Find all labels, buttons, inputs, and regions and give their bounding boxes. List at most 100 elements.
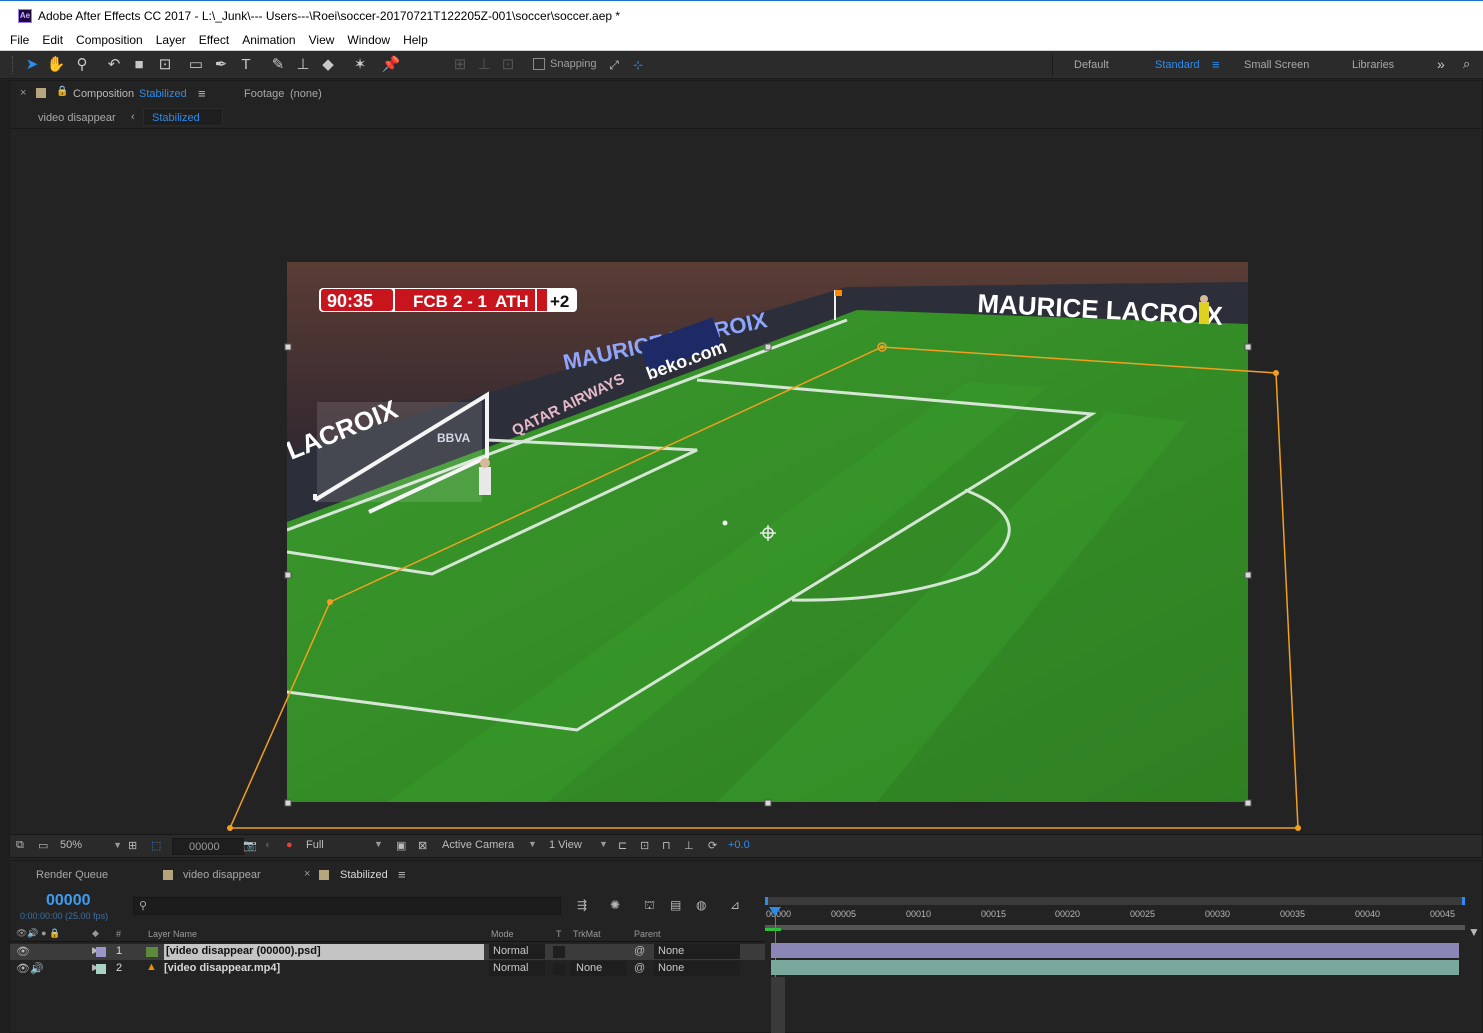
pen-tool-icon[interactable]: ✒ <box>211 55 231 75</box>
comp-marker-bin-icon[interactable]: ▼ <box>1468 925 1480 939</box>
rectangle-tool-icon[interactable]: ▭ <box>186 55 206 75</box>
fast-previews-icon[interactable]: ⊡ <box>640 839 649 852</box>
column-trkmat[interactable]: TrkMat <box>573 929 601 939</box>
audio-icon[interactable]: 🔊 <box>30 962 44 975</box>
trkmat-dropdown[interactable]: None <box>570 961 626 976</box>
menu-effect[interactable]: Effect <box>199 33 229 47</box>
layer-search-input[interactable]: ⚲ <box>133 897 561 915</box>
grid-guides-icon[interactable]: ⊞ <box>128 839 137 852</box>
layer-duration-bar[interactable] <box>771 943 1459 958</box>
mask-visibility-icon[interactable]: ⬚ <box>151 839 161 852</box>
workspace-menu-icon[interactable]: ≡ <box>1212 57 1220 72</box>
snapshot-camera-icon[interactable]: 📷 <box>243 839 257 852</box>
pan-behind-tool-icon[interactable]: ⊡ <box>155 55 175 75</box>
preserve-transparency-toggle[interactable] <box>553 946 565 958</box>
composition-viewer[interactable]: MAURICE LACROIX MAURICE LACROIX beko.com… <box>10 131 1482 836</box>
footage-tab-label[interactable]: Footage <box>244 88 284 100</box>
zoom-tool-icon[interactable]: ⚲ <box>72 55 92 75</box>
exposure-value[interactable]: +0.0 <box>728 839 750 851</box>
layer-row[interactable]: 👁 🔊 ▶ 2 ▲ [video disappear.mp4] Normal N… <box>10 961 765 977</box>
menu-composition[interactable]: Composition <box>76 33 143 47</box>
snapping-checkbox[interactable] <box>533 58 545 70</box>
snap-features-icon[interactable]: ⊹ <box>628 55 648 75</box>
parent-dropdown[interactable]: None <box>654 961 740 976</box>
menu-layer[interactable]: Layer <box>156 33 186 47</box>
type-tool-icon[interactable]: T <box>236 55 256 75</box>
flow-item-stabilized[interactable]: Stabilized <box>143 108 223 126</box>
hand-tool-icon[interactable]: ✋ <box>46 55 66 75</box>
column-parent[interactable]: Parent <box>634 929 661 939</box>
column-number[interactable]: # <box>116 929 121 939</box>
close-tab-icon[interactable]: × <box>20 87 26 99</box>
footage-tab-value[interactable]: (none) <box>290 88 322 100</box>
graph-editor-icon[interactable]: ⊿ <box>730 898 740 912</box>
column-mode[interactable]: Mode <box>491 929 514 939</box>
work-area-handles[interactable] <box>765 897 1465 905</box>
layer-label-swatch[interactable] <box>96 964 106 974</box>
brush-tool-icon[interactable]: ✎ <box>268 55 288 75</box>
snap-edges-icon[interactable]: ⤢ <box>604 55 624 75</box>
selection-tool-icon[interactable]: ➤ <box>22 55 42 75</box>
timeline-icon[interactable]: ⊓ <box>662 839 671 852</box>
mode-dropdown[interactable]: Normal <box>489 944 545 959</box>
flow-item-video-disappear[interactable]: video disappear <box>38 112 116 124</box>
eraser-tool-icon[interactable]: ◆ <box>318 55 338 75</box>
show-snapshot-icon[interactable]: ◐ <box>265 839 272 851</box>
layer-row[interactable]: 👁 ▶ 1 [video disappear (00000).psd] Norm… <box>10 944 765 960</box>
time-ruler[interactable]: 00000 00005 00010 00015 00020 00025 0003… <box>765 897 1465 932</box>
pickwhip-icon[interactable]: @ <box>634 962 645 974</box>
frame-blending-icon[interactable]: ▤ <box>670 898 681 912</box>
column-layer-name[interactable]: Layer Name <box>148 929 197 939</box>
search-help-icon[interactable]: ⌕ <box>1463 56 1470 72</box>
channel-rgb-icon[interactable]: ● <box>286 839 293 851</box>
zoom-dropdown[interactable]: 50% ▼ <box>60 839 122 851</box>
motion-blur-icon[interactable]: ◍ <box>696 898 706 912</box>
mask-overlay[interactable] <box>10 131 1482 836</box>
toggle-pixel-aspect-icon[interactable]: ⊏ <box>618 839 627 852</box>
snapping-toggle[interactable]: Snapping <box>533 58 597 70</box>
workspace-libraries[interactable]: Libraries <box>1352 59 1394 71</box>
draft-3d-icon[interactable]: ✺ <box>610 898 620 912</box>
workspace-default[interactable]: Default <box>1074 59 1109 71</box>
always-preview-icon[interactable]: ⧉ <box>16 839 24 852</box>
transparency-grid-icon[interactable]: ⊠ <box>418 839 427 852</box>
roto-brush-tool-icon[interactable]: ✶ <box>350 55 370 75</box>
menu-edit[interactable]: Edit <box>42 33 63 47</box>
layer-label-swatch[interactable] <box>96 947 106 957</box>
flowchart-icon[interactable]: ⊥ <box>684 839 694 852</box>
layer-name[interactable]: [video disappear.mp4] <box>164 962 280 974</box>
panel-grip[interactable] <box>12 56 15 74</box>
composition-tab-label[interactable]: Composition <box>73 88 134 100</box>
rotation-tool-icon[interactable]: ↶ <box>104 55 124 75</box>
local-axis-icon[interactable]: ⊞ <box>450 55 470 75</box>
panel-menu-icon[interactable]: ≡ <box>198 86 206 101</box>
chevron-left-icon[interactable]: ‹ <box>131 111 135 123</box>
menu-animation[interactable]: Animation <box>242 33 295 47</box>
chevron-double-right-icon[interactable]: » <box>1437 56 1445 72</box>
tab-stabilized[interactable]: Stabilized <box>340 869 388 881</box>
preserve-transparency-toggle[interactable] <box>553 963 565 975</box>
tab-video-disappear[interactable]: video disappear <box>183 869 261 881</box>
workspace-standard[interactable]: Standard <box>1155 59 1200 71</box>
pickwhip-icon[interactable]: @ <box>634 945 645 957</box>
composition-tab-name[interactable]: Stabilized <box>139 88 187 100</box>
eye-icon[interactable]: 👁 <box>16 945 30 958</box>
world-axis-icon[interactable]: ⊥ <box>474 55 494 75</box>
menu-view[interactable]: View <box>309 33 335 47</box>
puppet-pin-tool-icon[interactable]: 📌 <box>381 55 401 75</box>
clone-stamp-tool-icon[interactable]: ⊥ <box>293 55 313 75</box>
reset-exposure-icon[interactable]: ⟳ <box>708 839 717 852</box>
column-t[interactable]: T <box>556 929 562 939</box>
close-tab-icon[interactable]: × <box>304 868 310 880</box>
camera-dropdown[interactable]: Active Camera ▼ <box>442 839 538 851</box>
menu-file[interactable]: File <box>10 33 29 47</box>
resolution-dropdown[interactable]: Full ▼ <box>306 839 386 851</box>
monitor-icon[interactable]: ▭ <box>38 839 48 852</box>
layer-name[interactable]: [video disappear (00000).psd] <box>164 944 484 960</box>
panel-menu-icon[interactable]: ≡ <box>398 867 406 882</box>
current-time-field[interactable]: 00000 <box>172 838 244 855</box>
lock-icon[interactable]: 🔒 <box>56 86 68 97</box>
mode-dropdown[interactable]: Normal <box>489 961 545 976</box>
view-layout-dropdown[interactable]: 1 View ▼ <box>549 839 611 851</box>
workspace-small-screen[interactable]: Small Screen <box>1244 59 1309 71</box>
